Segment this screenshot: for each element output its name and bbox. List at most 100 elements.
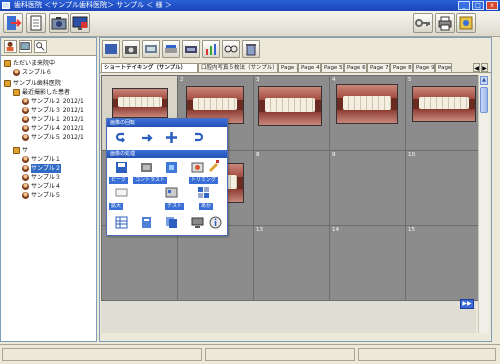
tree-folder-item[interactable]: サ bbox=[13, 146, 28, 155]
tab-search[interactable] bbox=[34, 40, 47, 53]
tree-patient-item[interactable]: サンプル１ 2012/1 bbox=[22, 115, 84, 124]
image-slot[interactable]: 15 bbox=[405, 225, 482, 301]
page-tab[interactable]: Page 6 bbox=[344, 63, 367, 72]
crop-button[interactable] bbox=[197, 186, 210, 199]
film-tool-button[interactable] bbox=[140, 161, 153, 174]
tree-patient-item[interactable]: サンプル５ bbox=[22, 191, 61, 200]
image-slot[interactable]: 3 bbox=[253, 75, 330, 151]
slot-number: 2 bbox=[180, 77, 184, 83]
copy-button[interactable] bbox=[165, 216, 178, 229]
tree-patient-item[interactable]: サンプル２ bbox=[22, 164, 61, 173]
image-slot[interactable]: 13 bbox=[253, 225, 330, 301]
page-tab[interactable]: Page 10 bbox=[435, 63, 452, 72]
dental-photo[interactable] bbox=[336, 84, 398, 124]
table-button[interactable] bbox=[115, 216, 128, 229]
tree-patient-item[interactable]: サンプル４ bbox=[22, 182, 61, 191]
image-slot[interactable]: 4 bbox=[329, 75, 406, 151]
print-button[interactable] bbox=[435, 13, 455, 33]
patient-icon bbox=[22, 192, 29, 199]
image-slot[interactable]: 8 bbox=[253, 150, 330, 226]
tree-patient-item[interactable]: サンプル１ bbox=[22, 155, 61, 164]
tree-folder-item[interactable]: ただいま来院中 bbox=[4, 59, 55, 68]
image-slot[interactable]: 9 bbox=[329, 150, 406, 226]
minimize-button[interactable]: _ bbox=[458, 1, 470, 10]
palette-label-peak: ピーク bbox=[109, 177, 129, 184]
compare-button[interactable] bbox=[222, 40, 240, 58]
tree-patient-item[interactable]: スンプル６ bbox=[13, 68, 52, 77]
scanner-button[interactable] bbox=[162, 40, 180, 58]
tree-patient-item[interactable]: サンプル５ 2012/1 bbox=[22, 133, 84, 142]
tree-item-label: サンプル４ bbox=[31, 183, 61, 190]
adjust-button[interactable] bbox=[191, 161, 204, 174]
tree-folder-item[interactable]: サンプル歯科医院 bbox=[4, 79, 61, 88]
rotate-left-button[interactable] bbox=[115, 131, 128, 144]
tab-patients[interactable] bbox=[4, 40, 17, 53]
scanner-icon bbox=[165, 45, 177, 53]
key-button[interactable] bbox=[413, 13, 433, 33]
chart-button[interactable] bbox=[202, 40, 220, 58]
image-slot[interactable]: 5 bbox=[405, 75, 482, 151]
image-slot[interactable] bbox=[101, 225, 178, 301]
patient-icon bbox=[22, 125, 29, 132]
scroll-thumb[interactable] bbox=[480, 87, 488, 113]
patient-icon bbox=[22, 107, 29, 114]
image-slot[interactable]: 10 bbox=[405, 150, 482, 226]
tab-images[interactable] bbox=[19, 40, 32, 53]
tree-folder-item[interactable]: 最近撮影した患者 bbox=[13, 88, 70, 97]
dental-photo[interactable] bbox=[412, 86, 476, 122]
tab-scroll-left-arrow[interactable]: ◀ bbox=[473, 63, 480, 72]
film-button[interactable] bbox=[142, 40, 160, 58]
help-button[interactable] bbox=[456, 13, 476, 33]
move-button[interactable] bbox=[165, 131, 178, 144]
fujifilm-button[interactable] bbox=[182, 40, 200, 58]
camera-button[interactable] bbox=[122, 40, 140, 58]
vertical-scrollbar[interactable]: ▲ bbox=[478, 75, 489, 333]
display-settings-button[interactable] bbox=[70, 13, 90, 33]
scroll-up-arrow[interactable]: ▲ bbox=[480, 76, 488, 85]
flip-button[interactable] bbox=[140, 131, 153, 144]
monitor-button[interactable] bbox=[191, 216, 204, 229]
maximize-button[interactable]: □ bbox=[472, 1, 484, 10]
dental-photo[interactable] bbox=[258, 86, 322, 126]
tree-patient-item[interactable]: サンプル３ 2012/1 bbox=[22, 106, 84, 115]
color-button[interactable] bbox=[165, 186, 178, 199]
filter-button[interactable] bbox=[165, 161, 178, 174]
film-icon bbox=[145, 45, 157, 53]
close-button[interactable]: x bbox=[486, 1, 498, 10]
draw-button[interactable] bbox=[207, 159, 220, 172]
tree-patient-item[interactable]: サンプル２ 2012/1 bbox=[22, 97, 84, 106]
patient-icon bbox=[13, 69, 20, 76]
floppy-icon bbox=[116, 162, 127, 173]
patient-tree-pane: ただいま来院中 スンプル６ サンプル歯科医院 最近撮影した患者 サンプル２ 2012/1… bbox=[0, 37, 97, 342]
tree-item-label: 最近撮影した患者 bbox=[22, 89, 71, 96]
page-tab[interactable]: 口腔内写真５枚法（サンプル） bbox=[198, 63, 278, 72]
trash-button[interactable] bbox=[242, 40, 260, 58]
save-image-button[interactable] bbox=[115, 161, 128, 174]
rotate-right-icon bbox=[195, 132, 204, 142]
info-button[interactable] bbox=[209, 216, 222, 229]
next-page-button[interactable]: ▶▶ bbox=[460, 299, 474, 309]
page-tab[interactable]: Page 3 bbox=[278, 63, 298, 72]
rotate-right-button[interactable] bbox=[191, 131, 204, 144]
brightness-button[interactable] bbox=[115, 186, 128, 199]
tree-patient-item[interactable]: サンプル３ bbox=[22, 173, 61, 182]
folder-icon bbox=[13, 147, 20, 154]
tree-tabs bbox=[1, 38, 96, 56]
exit-button[interactable] bbox=[3, 13, 23, 33]
page-tab[interactable]: Page 4 bbox=[298, 63, 321, 72]
capture-button[interactable] bbox=[102, 40, 120, 58]
tree-patient-item[interactable]: サンプル４ 2012/1 bbox=[22, 124, 84, 133]
camera-import-button[interactable] bbox=[49, 13, 69, 33]
new-document-button[interactable] bbox=[26, 13, 46, 33]
page-tab[interactable]: Page 9 bbox=[413, 63, 435, 72]
image-slot[interactable]: 14 bbox=[329, 225, 406, 301]
page-tab[interactable]: Page 5 bbox=[321, 63, 344, 72]
dental-photo[interactable] bbox=[112, 88, 168, 118]
page-tab[interactable]: Page 7 bbox=[367, 63, 390, 72]
image-slot[interactable]: 12 bbox=[177, 225, 254, 301]
export-button[interactable] bbox=[140, 216, 153, 229]
tree-item-label: サンプル４ 2012/1 bbox=[31, 125, 84, 132]
page-tab[interactable]: ショートテイキング（サンプル） bbox=[101, 63, 198, 72]
page-tab[interactable]: Page 8 bbox=[390, 63, 413, 72]
tab-scroll-right-arrow[interactable]: ▶ bbox=[481, 63, 488, 72]
